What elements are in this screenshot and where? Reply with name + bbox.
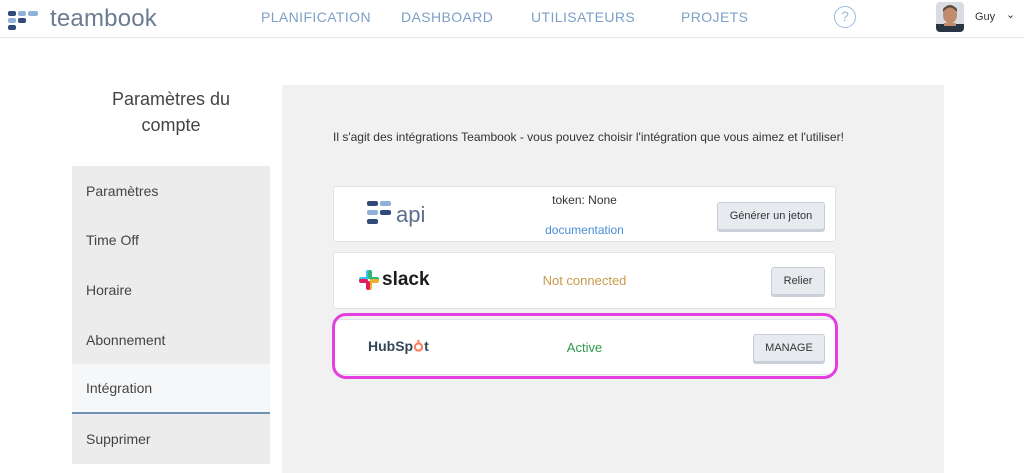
- chevron-down-icon[interactable]: ⌄: [1006, 8, 1015, 21]
- nav-planification[interactable]: PLANIFICATION: [261, 9, 371, 25]
- integration-card-api: api token: None documentation Générer un…: [333, 186, 836, 242]
- slack-connect-button[interactable]: Relier: [771, 267, 825, 295]
- integration-card-slack: slack Not connected Relier: [333, 252, 836, 309]
- sidebar-item-supprimer[interactable]: Supprimer: [72, 413, 270, 464]
- nav-dashboard[interactable]: DASHBOARD: [401, 9, 493, 25]
- nav-utilisateurs[interactable]: UTILISATEURS: [531, 9, 635, 25]
- highlight-outline: [332, 313, 838, 379]
- teambook-logo[interactable]: teambook: [8, 5, 157, 32]
- slack-status: Not connected: [542, 273, 627, 288]
- generate-token-button[interactable]: Générer un jeton: [717, 202, 825, 230]
- sidebar-menu: Paramètres Time Off Horaire Abonnement I…: [72, 166, 270, 464]
- sidebar-item-time-off[interactable]: Time Off: [72, 215, 270, 266]
- avatar[interactable]: [936, 2, 964, 32]
- nav-projets[interactable]: PROJETS: [681, 9, 748, 25]
- teambook-logo-icon: [8, 9, 46, 30]
- integrations-intro: Il s'agit des intégrations Teambook - vo…: [333, 130, 844, 144]
- sidebar-item-integration[interactable]: Intégration: [72, 364, 270, 414]
- user-name[interactable]: Guy: [975, 11, 995, 23]
- top-navbar: teambook PLANIFICATION DASHBOARD UTILISA…: [0, 0, 1024, 38]
- sidebar-title: Paramètres du compte: [72, 86, 270, 138]
- sidebar-title-line1: Paramètres du: [111, 89, 231, 109]
- sidebar-item-parametres[interactable]: Paramètres: [72, 166, 270, 216]
- sidebar-title-line2: compte: [141, 115, 201, 135]
- teambook-logo-text: teambook: [50, 5, 157, 32]
- sidebar-item-horaire[interactable]: Horaire: [72, 265, 270, 315]
- sidebar-item-abonnement[interactable]: Abonnement: [72, 314, 270, 365]
- help-icon[interactable]: ?: [834, 6, 856, 28]
